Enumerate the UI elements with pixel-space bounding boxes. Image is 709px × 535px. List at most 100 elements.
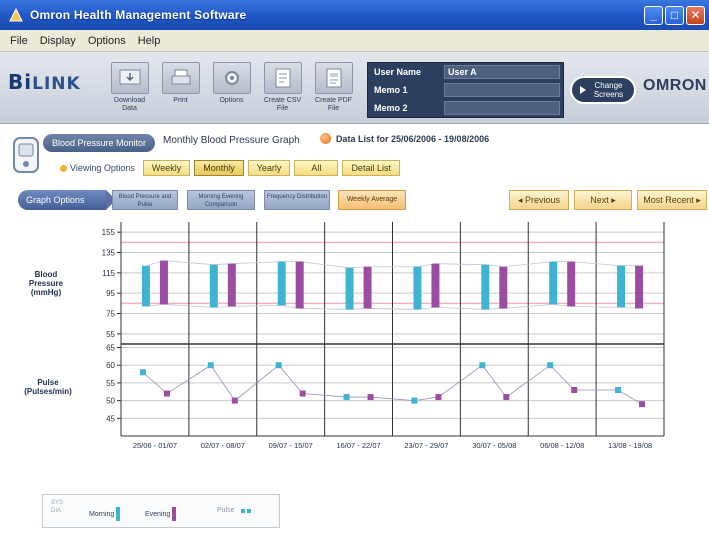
- category-label: 25/06 - 01/07: [133, 441, 177, 450]
- pulse-tick-label: 65: [106, 344, 115, 353]
- bp-axis-label: Blood Pressure (mmHg): [28, 270, 64, 297]
- memo2-value[interactable]: [444, 101, 560, 115]
- pulse-morning-point: [207, 362, 214, 369]
- window-controls: _ □ ✕: [644, 6, 705, 25]
- pulse-tick-label: 50: [106, 397, 115, 406]
- viewing-options-dot-icon: [60, 164, 67, 172]
- view-detail-list-button[interactable]: Detail List: [342, 160, 400, 176]
- pulse-morning-point: [615, 387, 622, 393]
- graph-options-bar: Graph Options Blood Pressure and Pulse M…: [0, 186, 709, 214]
- legend-sys-dia: SYS DIA: [51, 500, 64, 514]
- bp-evening-bar: [363, 266, 372, 309]
- bp-monitor-tab[interactable]: Blood Pressure Monitor: [43, 134, 155, 152]
- morning-evening-button[interactable]: Morning Evening Comparison: [187, 190, 255, 210]
- logo-link: LINK: [32, 74, 81, 94]
- minimize-button[interactable]: _: [644, 6, 663, 25]
- frequency-distribution-button[interactable]: Frequency Distribution: [264, 190, 330, 210]
- view-monthly-button[interactable]: Monthly: [194, 160, 244, 176]
- bp-evening-bar: [431, 263, 440, 308]
- create-csv-button[interactable]: Create CSV File: [261, 62, 304, 116]
- pulse-evening-point: [503, 394, 510, 401]
- legend-pulse-swatch-2: [246, 508, 251, 513]
- bp-tick-label: 55: [106, 330, 115, 339]
- print-button[interactable]: Print: [159, 62, 202, 116]
- bp-and-pulse-button[interactable]: Blood Pressure and Pulse: [112, 190, 178, 210]
- create-csv-icon: [263, 62, 302, 94]
- legend-morning-label: Morning: [89, 510, 115, 518]
- weekly-average-button[interactable]: Weekly Average: [338, 190, 406, 210]
- most-recent-button[interactable]: Most Recent ▸: [637, 190, 707, 210]
- title-bar[interactable]: Omron Health Management Software _ □ ✕: [0, 0, 709, 30]
- download-icon: [110, 62, 149, 94]
- close-button[interactable]: ✕: [686, 6, 705, 25]
- pulse-morning-point: [411, 397, 418, 404]
- user-info-panel: User Name User A Memo 1 Memo 2: [367, 62, 564, 118]
- bp-evening-bar: [635, 265, 644, 309]
- pulse-evening-point: [571, 387, 578, 393]
- menu-display[interactable]: Display: [40, 35, 76, 47]
- previous-button[interactable]: ◂ Previous: [509, 190, 569, 210]
- bp-evening-bar: [499, 266, 508, 309]
- toolbar-buttons: Download Data Print Options Create CSV F…: [108, 62, 355, 116]
- legend-pulse-label: Pulse: [217, 507, 235, 514]
- next-button[interactable]: Next ▸: [574, 190, 632, 210]
- bp-morning-bar: [345, 267, 354, 310]
- options-button[interactable]: Options: [210, 62, 253, 116]
- category-label: 13/08 - 19/08: [608, 441, 652, 450]
- pulse-morning-point: [139, 369, 146, 376]
- print-label: Print: [173, 97, 188, 104]
- view-weekly-button[interactable]: Weekly: [142, 160, 191, 176]
- bp-tick-label: 155: [102, 228, 116, 237]
- app-window: Omron Health Management Software _ □ ✕ F…: [0, 0, 709, 535]
- viewing-options-text: Viewing Options: [70, 163, 135, 173]
- bp-tick-label: 135: [102, 249, 116, 258]
- pulse-morning-point: [547, 362, 554, 369]
- pulse-evening-point: [299, 390, 306, 397]
- pulse-axis-label: Pulse (Pulses/min): [24, 378, 72, 396]
- memo2-row: Memo 2: [368, 99, 563, 117]
- bp-evening-bar: [295, 261, 304, 309]
- maximize-button[interactable]: □: [665, 6, 684, 25]
- bp-morning-bar: [549, 261, 558, 305]
- category-label: 30/07 - 05/08: [472, 441, 516, 450]
- menu-file[interactable]: File: [10, 35, 28, 47]
- pulse-evening-point: [639, 401, 646, 408]
- category-label: 16/07 - 22/07: [336, 441, 380, 450]
- view-all-button[interactable]: All: [294, 160, 339, 176]
- bp-morning-bar: [481, 264, 490, 310]
- change-screens-label: Change Screens: [593, 81, 624, 99]
- print-icon: [161, 62, 200, 94]
- user-name-value[interactable]: User A: [444, 65, 560, 79]
- download-data-button[interactable]: Download Data: [108, 62, 151, 116]
- logo-bi: Bi: [8, 70, 33, 94]
- memo1-value[interactable]: [444, 83, 560, 97]
- bp-tick-label: 75: [106, 310, 115, 319]
- category-label: 02/07 - 08/07: [201, 441, 245, 450]
- pulse-evening-point: [367, 394, 374, 401]
- change-screens-button[interactable]: Change Screens: [570, 76, 636, 104]
- menu-options[interactable]: Options: [88, 35, 126, 47]
- options-icon: [212, 62, 251, 94]
- bp-evening-bar: [159, 260, 168, 305]
- omron-logo: OMRON: [643, 77, 707, 94]
- bp-morning-bar: [141, 265, 150, 307]
- create-pdf-button[interactable]: Create PDF File: [312, 62, 355, 116]
- user-name-row: User Name User A: [368, 63, 563, 81]
- bp-morning-bar: [209, 264, 218, 308]
- pulse-morning-point: [343, 394, 350, 401]
- menu-help[interactable]: Help: [138, 35, 161, 47]
- pulse-evening-point: [231, 397, 238, 404]
- legend-evening-swatch: [172, 507, 177, 521]
- bp-evening-bar: [227, 263, 236, 307]
- memo2-label: Memo 2: [374, 103, 408, 113]
- pulse-evening-point: [435, 394, 442, 401]
- legend-evening: Evening: [145, 507, 177, 521]
- create-pdf-label: Create PDF File: [315, 97, 352, 112]
- pulse-morning-point: [479, 362, 486, 369]
- data-list-info[interactable]: Data List for 25/06/2006 - 19/08/2006: [320, 133, 489, 144]
- viewing-options: Viewing Options Weekly Monthly Yearly Al…: [60, 160, 400, 176]
- graph-options-label: Graph Options: [18, 190, 116, 210]
- options-label: Options: [219, 97, 244, 104]
- view-yearly-button[interactable]: Yearly: [247, 160, 291, 176]
- memo1-row: Memo 1: [368, 81, 563, 99]
